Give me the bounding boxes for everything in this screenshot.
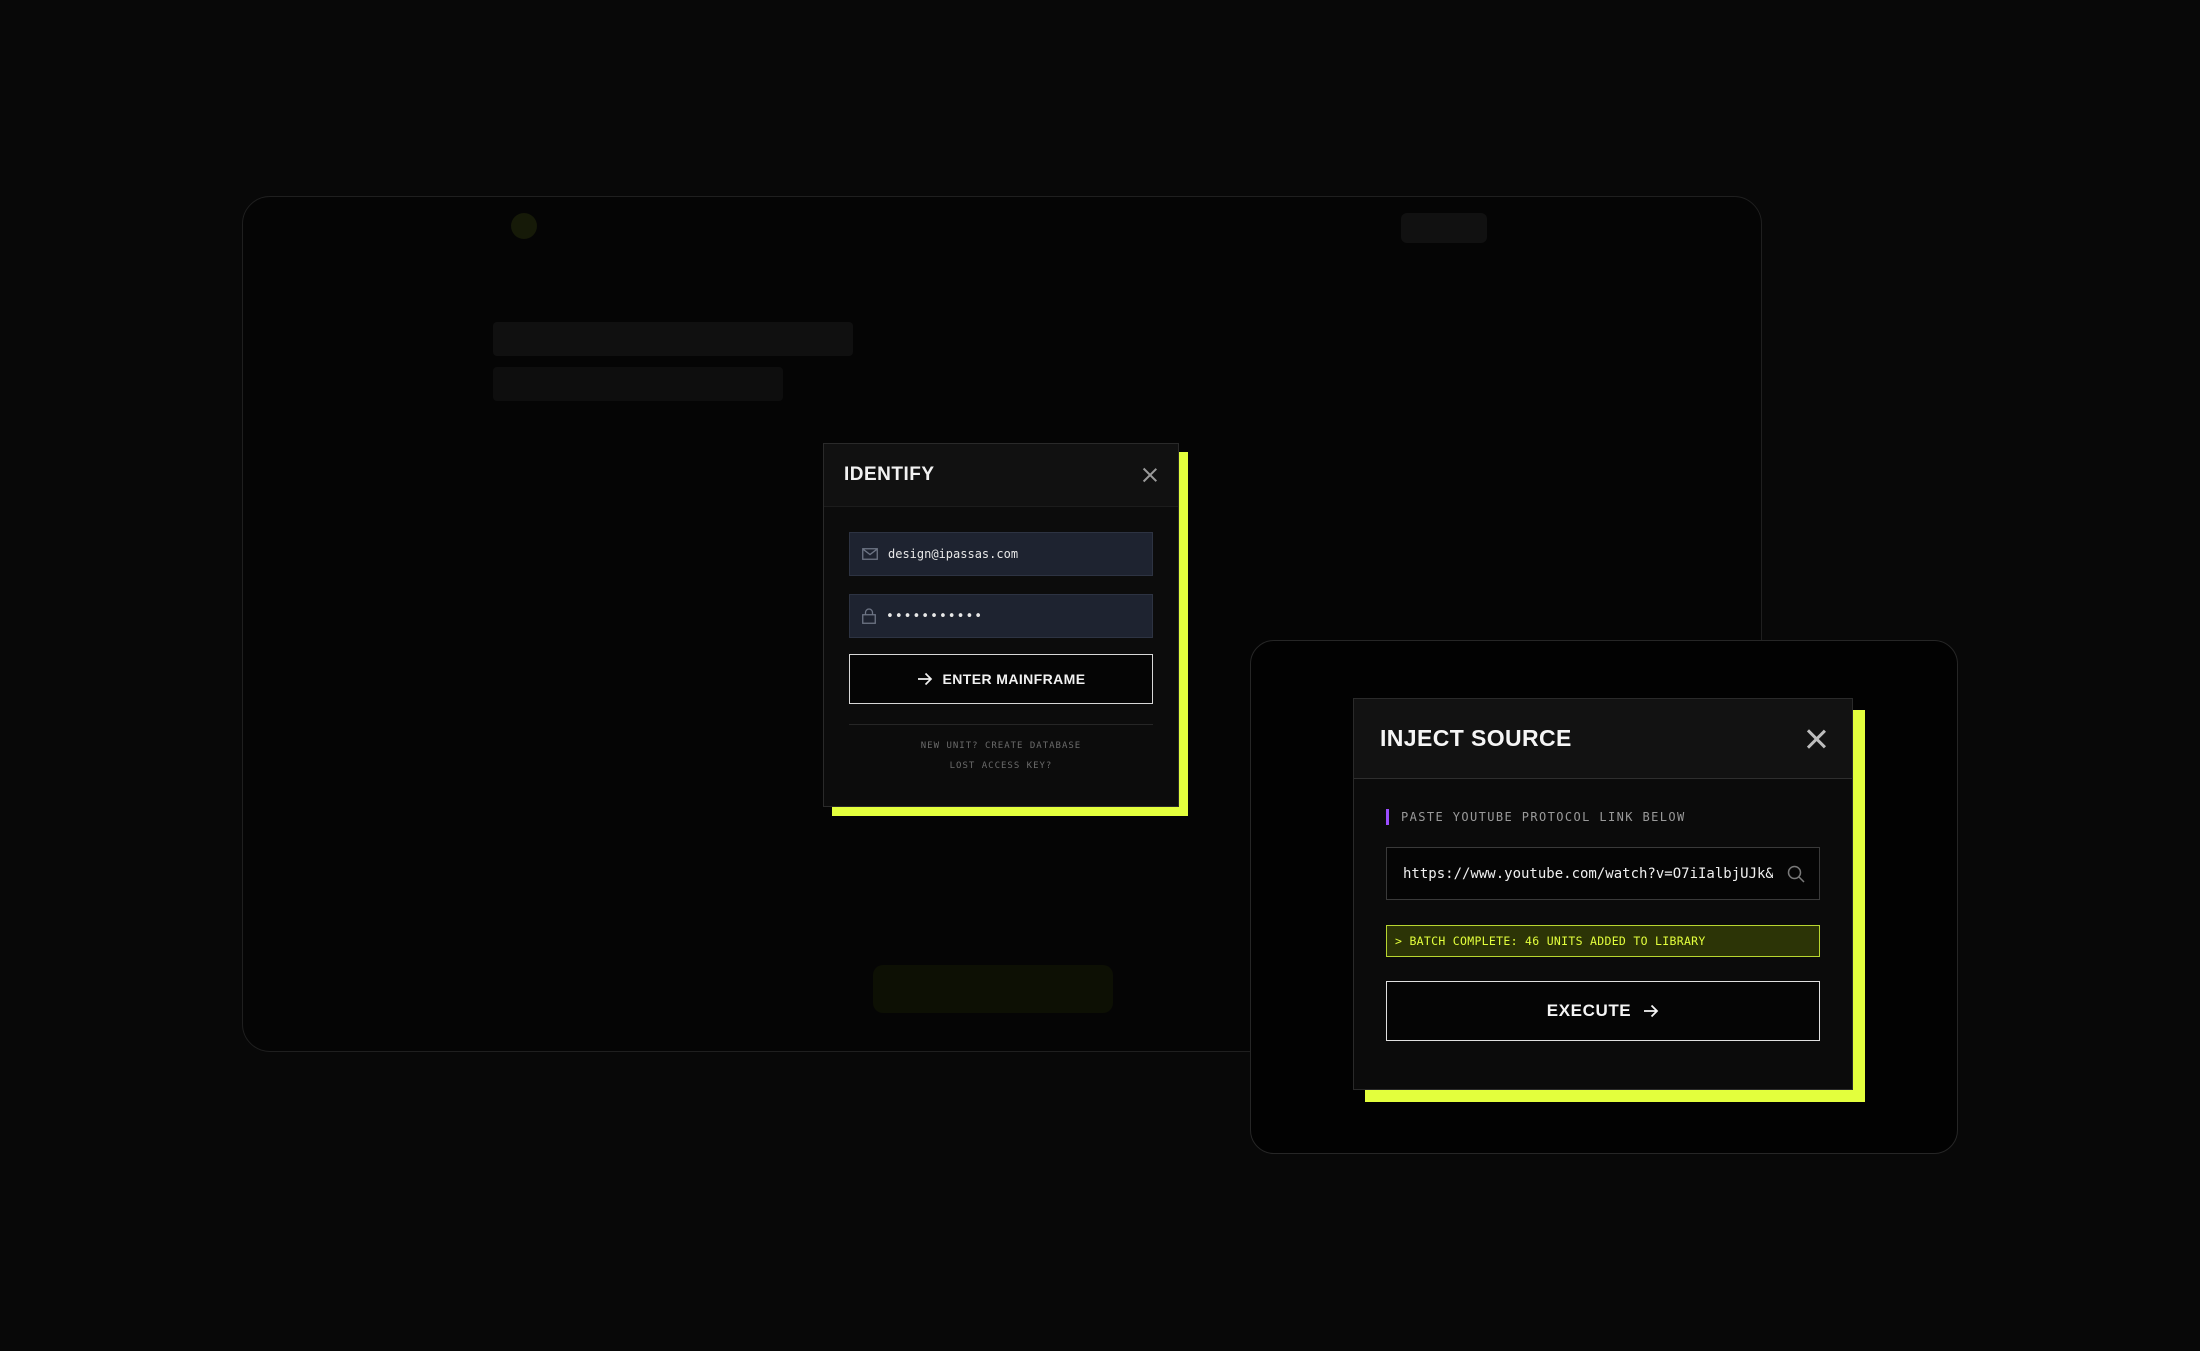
password-value: •••••••••••: [886, 608, 984, 624]
youtube-url-value: https://www.youtube.com/watch?v=O7iIalbj…: [1403, 865, 1773, 882]
paste-instruction-text: PASTE YOUTUBE PROTOCOL LINK BELOW: [1401, 810, 1686, 824]
paste-instruction: PASTE YOUTUBE PROTOCOL LINK BELOW: [1386, 809, 1820, 825]
mail-icon: [862, 548, 878, 560]
enter-mainframe-button[interactable]: ENTER MAINFRAME: [849, 654, 1153, 704]
instruction-accent-bar: [1386, 809, 1389, 825]
arrow-right-icon: [917, 672, 933, 686]
identify-modal-header: IDENTIFY: [824, 444, 1178, 507]
close-icon[interactable]: [1142, 467, 1158, 483]
background-logo: [511, 213, 537, 239]
inject-modal-header: INJECT SOURCE: [1354, 699, 1852, 779]
arrow-right-icon: [1643, 1004, 1659, 1018]
password-field[interactable]: •••••••••••: [849, 594, 1153, 638]
create-database-link[interactable]: NEW UNIT? CREATE DATABASE: [849, 741, 1153, 751]
lock-icon: [862, 608, 876, 624]
background-cta-button: [873, 965, 1113, 1013]
background-nav-button: [1401, 213, 1487, 243]
youtube-url-input[interactable]: https://www.youtube.com/watch?v=O7iIalbj…: [1386, 847, 1820, 900]
execute-label: EXECUTE: [1546, 1001, 1632, 1020]
background-headline-line-1: [493, 322, 853, 356]
identify-modal: IDENTIFY design@ipassas.com ••••••••••• …: [823, 443, 1179, 807]
identify-modal-title: IDENTIFY: [844, 464, 935, 485]
identify-divider: [849, 724, 1153, 725]
lost-access-key-link[interactable]: LOST ACCESS KEY?: [849, 761, 1153, 771]
enter-mainframe-label: ENTER MAINFRAME: [942, 671, 1086, 687]
batch-status-message: > BATCH COMPLETE: 46 UNITS ADDED TO LIBR…: [1386, 925, 1820, 957]
close-icon[interactable]: [1806, 729, 1826, 749]
execute-button[interactable]: EXECUTE: [1386, 981, 1820, 1041]
inject-modal-title: INJECT SOURCE: [1380, 725, 1572, 751]
search-icon[interactable]: [1787, 865, 1805, 883]
email-field[interactable]: design@ipassas.com: [849, 532, 1153, 576]
background-headline-line-2: [493, 367, 783, 401]
inject-source-modal: INJECT SOURCE PASTE YOUTUBE PROTOCOL LIN…: [1353, 698, 1853, 1090]
email-value: design@ipassas.com: [888, 547, 1019, 561]
